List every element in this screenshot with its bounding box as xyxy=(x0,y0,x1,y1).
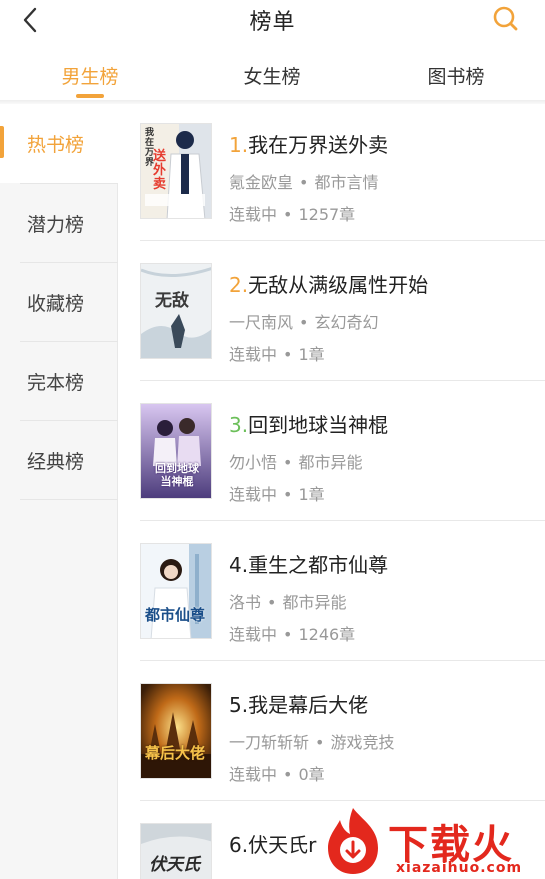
chapter-count: 0章 xyxy=(298,765,325,784)
book-cover[interactable]: 伏天氏 xyxy=(140,823,212,879)
tab-male[interactable]: 男生榜 xyxy=(30,62,150,89)
book-cover[interactable]: 回到地球 当神棍 xyxy=(140,403,212,499)
book-status: 连载中 • 1章 xyxy=(229,485,325,504)
tab-female[interactable]: 女生榜 xyxy=(212,62,332,89)
book-genre: 都市异能 xyxy=(282,593,347,612)
book-status: 连载中 • 0章 xyxy=(229,765,325,784)
book-status: 连载中 • 1257章 xyxy=(229,205,356,224)
book-author: 一刀斩斩斩 xyxy=(229,733,310,752)
ranking-sidebar: 热书榜 潜力榜 收藏榜 完本榜 经典榜 xyxy=(0,104,118,879)
flame-logo-icon xyxy=(328,808,378,874)
book-author: 一尺南风 xyxy=(229,313,294,332)
book-genre: 玄幻奇幻 xyxy=(314,313,379,332)
book-status: 连载中 • 1章 xyxy=(229,345,325,364)
book-meta: 勿小悟 • 都市异能 xyxy=(229,453,363,472)
sidebar-divider xyxy=(20,499,118,500)
sidebar-item-classic[interactable]: 经典榜 xyxy=(0,421,118,500)
book-meta: 一刀斩斩斩 • 游戏竞技 xyxy=(229,733,395,752)
tab-books[interactable]: 图书榜 xyxy=(396,62,516,89)
sidebar-item-completed[interactable]: 完本榜 xyxy=(0,342,118,421)
book-meta: 一尺南风 • 玄幻奇幻 xyxy=(229,313,379,332)
book-author: 勿小悟 xyxy=(229,453,278,472)
top-bar: 榜单 xyxy=(0,0,545,44)
chapter-count: 1246章 xyxy=(298,625,356,644)
book-cover[interactable]: 无敌 xyxy=(140,263,212,359)
chapter-count: 1257章 xyxy=(298,205,356,224)
book-title[interactable]: 1.我在万界送外卖 xyxy=(229,129,388,158)
book-cover[interactable]: 我在万界 送外卖 xyxy=(140,123,212,219)
search-icon xyxy=(493,6,518,31)
book-title[interactable]: 2.无敌从满级属性开始 xyxy=(229,269,428,298)
book-list-item[interactable]: 我在万界 送外卖 1.我在万界送外卖 氪金欧皇 • 都市言情 连载中 • 1257章 xyxy=(118,101,545,241)
book-list-item[interactable]: 无敌 2.无敌从满级属性开始 一尺南风 • 玄幻奇幻 连载中 • 1章 xyxy=(118,241,545,381)
book-meta: 洛书 • 都市异能 xyxy=(229,593,347,612)
book-list-item[interactable]: 都市仙尊 4.重生之都市仙尊 洛书 • 都市异能 连载中 • 1246章 xyxy=(118,521,545,661)
book-title[interactable]: 4.重生之都市仙尊 xyxy=(229,549,388,578)
book-author: 氪金欧皇 xyxy=(229,173,294,192)
chapter-count: 1章 xyxy=(298,485,325,504)
sidebar-item-hot[interactable]: 热书榜 xyxy=(0,104,118,183)
active-tab-indicator xyxy=(76,94,104,98)
sidebar-item-favorites[interactable]: 收藏榜 xyxy=(0,263,118,342)
book-genre: 游戏竞技 xyxy=(330,733,395,752)
category-tabs: 男生榜 女生榜 图书榜 xyxy=(0,52,545,102)
book-genre: 都市异能 xyxy=(298,453,363,472)
chapter-count: 1章 xyxy=(298,345,325,364)
book-author: 洛书 xyxy=(229,593,262,612)
book-list-item[interactable]: 幕后大佬 5.我是幕后大佬 一刀斩斩斩 • 游戏竞技 连载中 • 0章 xyxy=(118,661,545,801)
search-button[interactable] xyxy=(491,4,521,34)
sidebar-item-potential[interactable]: 潜力榜 xyxy=(0,184,118,263)
book-title[interactable]: 5.我是幕后大佬 xyxy=(229,689,368,718)
book-status: 连载中 • 1246章 xyxy=(229,625,356,644)
book-cover[interactable]: 都市仙尊 xyxy=(140,543,212,639)
watermark: 下载火 xiazaihuo.com xyxy=(322,806,545,879)
book-cover[interactable]: 幕后大佬 xyxy=(140,683,212,779)
book-genre: 都市言情 xyxy=(314,173,379,192)
page-title: 榜单 xyxy=(249,10,296,35)
book-title[interactable]: 3.回到地球当神棍 xyxy=(229,409,388,438)
book-title[interactable]: 6.伏天氏r xyxy=(229,829,316,858)
book-list-item[interactable]: 回到地球 当神棍 3.回到地球当神棍 勿小悟 • 都市异能 连载中 • 1章 xyxy=(118,381,545,521)
book-meta: 氪金欧皇 • 都市言情 xyxy=(229,173,379,192)
